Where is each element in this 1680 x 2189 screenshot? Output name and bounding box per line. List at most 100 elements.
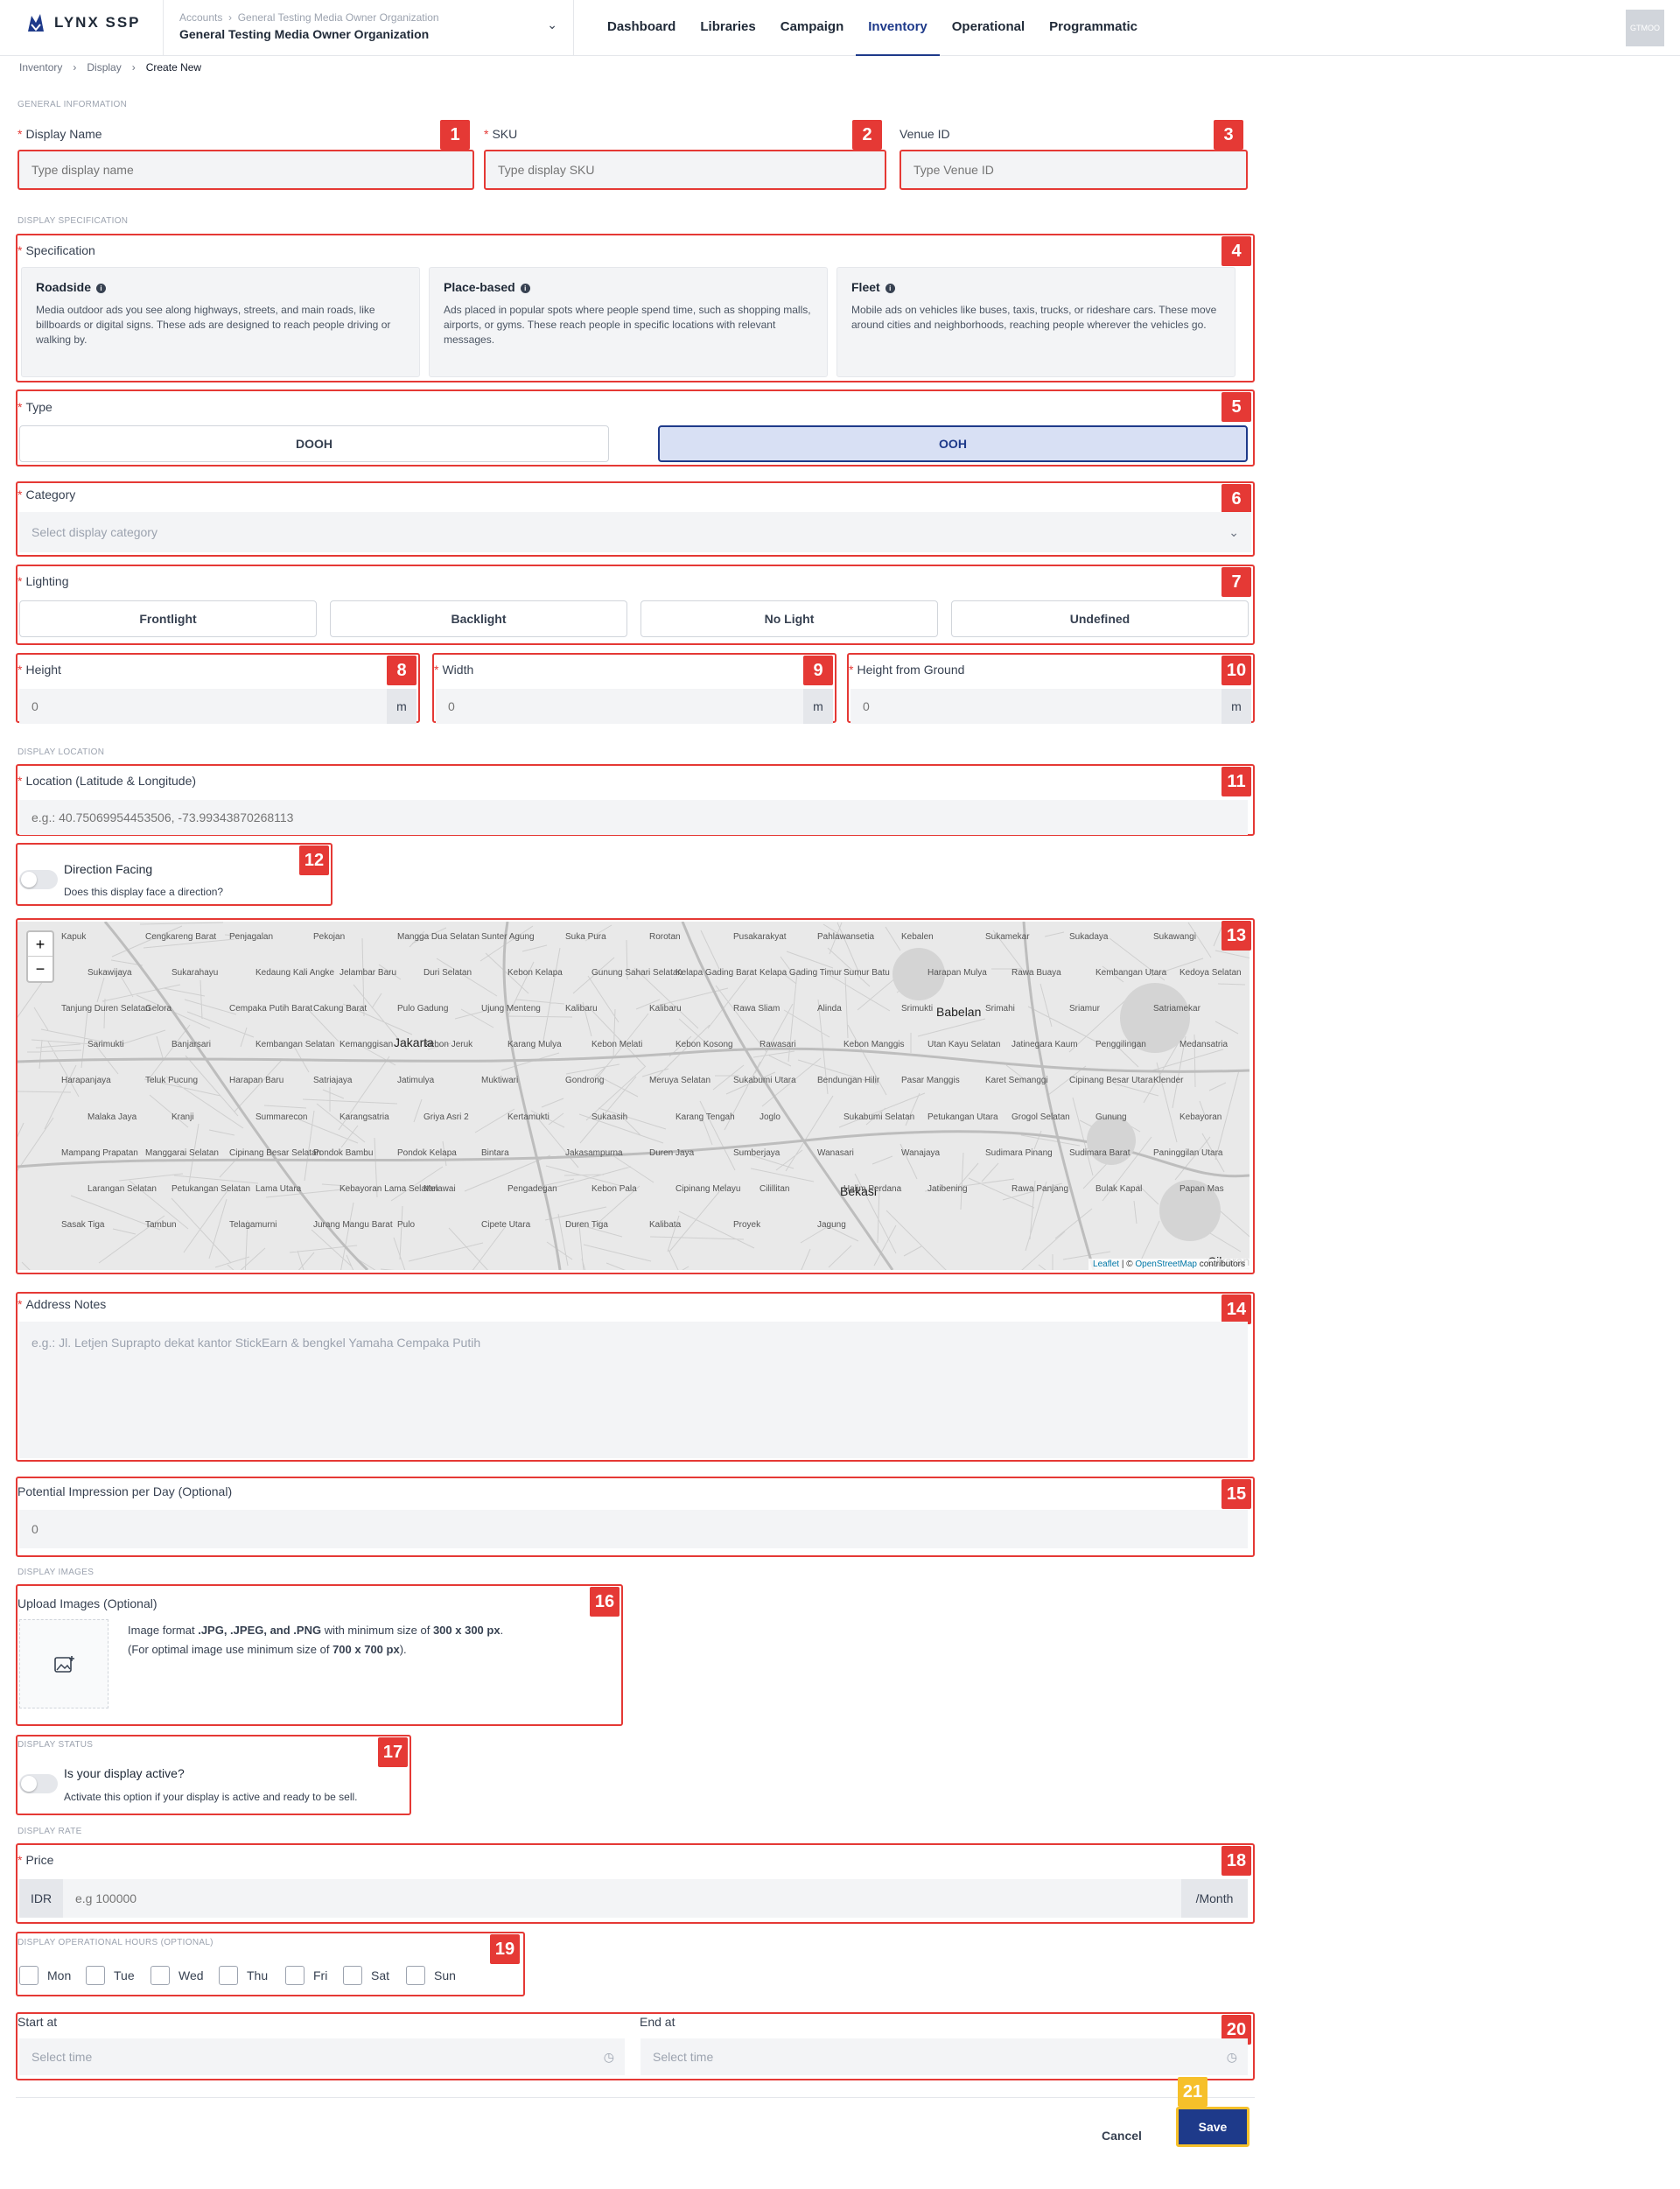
- spec-card-fleet[interactable]: Fleet i Mobile ads on vehicles like buses…: [836, 267, 1236, 377]
- annotation-badge-7: 7: [1222, 567, 1251, 597]
- day-checkbox-wed[interactable]: Wed: [150, 1966, 204, 1985]
- price-input[interactable]: [63, 1879, 1181, 1918]
- app-logo[interactable]: LYNX SSP: [26, 12, 141, 33]
- height-from-ground-input[interactable]: [850, 689, 1222, 724]
- image-upload-dropzone[interactable]: [19, 1619, 108, 1708]
- main-nav: Dashboard Libraries Campaign Inventory O…: [595, 0, 1150, 56]
- display-active-title: Is your display active?: [64, 1766, 185, 1780]
- lighting-backlight-button[interactable]: Backlight: [330, 600, 627, 637]
- annotation-badge-5: 5: [1222, 392, 1251, 422]
- sku-label: * SKU: [484, 127, 518, 141]
- top-navigation-bar: LYNX SSP Accounts › General Testing Medi…: [0, 0, 1680, 56]
- cancel-button[interactable]: Cancel: [1085, 2116, 1158, 2155]
- annotation-badge-1: 1: [440, 120, 470, 150]
- info-icon: i: [520, 284, 530, 293]
- annotation-badge-21: 21: [1178, 2077, 1208, 2107]
- height-label: * Height: [18, 663, 61, 677]
- lighting-frontlight-button[interactable]: Frontlight: [19, 600, 317, 637]
- type-ooh-button[interactable]: OOH: [658, 425, 1248, 462]
- spec-card-title: Fleet: [851, 280, 880, 294]
- nav-tab-operational[interactable]: Operational: [940, 0, 1037, 56]
- organization-selector[interactable]: Accounts › General Testing Media Owner O…: [163, 0, 574, 56]
- upload-instructions: Image format .JPG, .JPEG, and .PNG with …: [128, 1624, 504, 1656]
- annotation-badge-19: 19: [490, 1934, 520, 1964]
- lighting-label: * Lighting: [18, 574, 69, 588]
- nav-tab-inventory[interactable]: Inventory: [856, 0, 940, 56]
- location-label: * Location (Latitude & Longitude): [18, 774, 197, 788]
- height-input[interactable]: [19, 689, 387, 724]
- checkbox[interactable]: [86, 1966, 105, 1985]
- display-active-subtitle: Activate this option if your display is …: [64, 1791, 358, 1803]
- venue-id-label: Venue ID: [900, 127, 950, 141]
- location-input[interactable]: [19, 800, 1248, 835]
- app-logo-text: LYNX SSP: [54, 14, 141, 31]
- day-checkbox-tue[interactable]: Tue: [86, 1966, 135, 1985]
- day-checkbox-thu[interactable]: Thu: [219, 1966, 268, 1985]
- section-display-specification: DISPLAY SPECIFICATION: [18, 216, 129, 226]
- nav-tab-libraries[interactable]: Libraries: [688, 0, 767, 56]
- day-checkbox-mon[interactable]: Mon: [19, 1966, 71, 1985]
- nav-tab-programmatic[interactable]: Programmatic: [1037, 0, 1150, 56]
- annotation-badge-6: 6: [1222, 484, 1251, 514]
- day-checkbox-sun[interactable]: Sun: [406, 1966, 456, 1985]
- category-select[interactable]: Select display category ⌄: [19, 512, 1251, 552]
- save-button[interactable]: Save: [1176, 2107, 1250, 2147]
- section-display-status: DISPLAY STATUS: [18, 1740, 94, 1750]
- direction-facing-toggle[interactable]: [19, 870, 58, 889]
- checkbox[interactable]: [19, 1966, 38, 1985]
- annotation-badge-4: 4: [1222, 236, 1251, 266]
- category-label: * Category: [18, 488, 76, 502]
- checkbox[interactable]: [219, 1966, 238, 1985]
- direction-facing-subtitle: Does this display face a direction?: [64, 886, 224, 898]
- annotation-box-3: [900, 150, 1248, 190]
- nav-tab-dashboard[interactable]: Dashboard: [595, 0, 688, 56]
- checkbox[interactable]: [285, 1966, 304, 1985]
- checkbox[interactable]: [406, 1966, 425, 1985]
- annotation-box-2: [484, 150, 886, 190]
- display-active-toggle[interactable]: [19, 1774, 58, 1793]
- info-icon: i: [885, 284, 895, 293]
- end-at-label: End at: [640, 2015, 676, 2029]
- spec-card-description: Mobile ads on vehicles like buses, taxis…: [851, 304, 1217, 331]
- lighting-no-light-button[interactable]: No Light: [640, 600, 938, 637]
- checkbox[interactable]: [150, 1966, 170, 1985]
- chevron-down-icon: ⌄: [1228, 525, 1239, 539]
- breadcrumb-display[interactable]: Display: [87, 61, 121, 74]
- impression-input[interactable]: [19, 1510, 1248, 1548]
- upload-images-label: Upload Images (Optional): [18, 1596, 158, 1610]
- section-operational-hours: DISPLAY OPERATIONAL HOURS (OPTIONAL): [18, 1938, 214, 1947]
- start-time-input[interactable]: Select time ◷: [19, 2038, 625, 2075]
- spec-card-description: Media outdoor ads you see along highways…: [36, 304, 391, 346]
- checkbox[interactable]: [343, 1966, 362, 1985]
- add-image-icon: [54, 1656, 74, 1673]
- section-general-information: GENERAL INFORMATION: [18, 100, 128, 109]
- end-time-input[interactable]: Select time ◷: [640, 2038, 1248, 2075]
- annotation-badge-2: 2: [852, 120, 882, 150]
- lighting-undefined-button[interactable]: Undefined: [951, 600, 1249, 637]
- section-display-location: DISPLAY LOCATION: [18, 747, 105, 757]
- direction-facing-title: Direction Facing: [64, 862, 153, 876]
- spec-card-place-based[interactable]: Place-based i Ads placed in popular spots…: [429, 267, 828, 377]
- spec-card-description: Ads placed in popular spots where people…: [444, 304, 811, 346]
- nav-tab-campaign[interactable]: Campaign: [768, 0, 857, 56]
- avatar[interactable]: GTMOO: [1626, 10, 1664, 46]
- section-display-rate: DISPLAY RATE: [18, 1827, 82, 1836]
- day-checkbox-fri[interactable]: Fri: [285, 1966, 327, 1985]
- type-dooh-button[interactable]: DOOH: [19, 425, 609, 462]
- address-notes-textarea[interactable]: e.g.: Jl. Letjen Suprapto dekat kantor S…: [19, 1322, 1248, 1458]
- annotation-badge-18: 18: [1222, 1846, 1251, 1876]
- width-input[interactable]: [436, 689, 803, 724]
- annotation-badge-16: 16: [590, 1587, 620, 1617]
- day-checkbox-sat[interactable]: Sat: [343, 1966, 389, 1985]
- annotation-badge-11: 11: [1222, 767, 1251, 796]
- breadcrumb-inventory[interactable]: Inventory: [19, 61, 62, 74]
- price-label: * Price: [18, 1853, 54, 1867]
- clock-icon: ◷: [1226, 2050, 1237, 2064]
- price-suffix: /Month: [1181, 1879, 1248, 1918]
- org-breadcrumb: Accounts › General Testing Media Owner O…: [179, 11, 439, 24]
- annotation-badge-9: 9: [803, 656, 833, 685]
- lynx-logo-icon: [28, 14, 44, 32]
- price-currency: IDR: [19, 1879, 63, 1918]
- annotation-badge-8: 8: [387, 656, 416, 685]
- spec-card-roadside[interactable]: Roadside i Media outdoor ads you see alon…: [21, 267, 420, 377]
